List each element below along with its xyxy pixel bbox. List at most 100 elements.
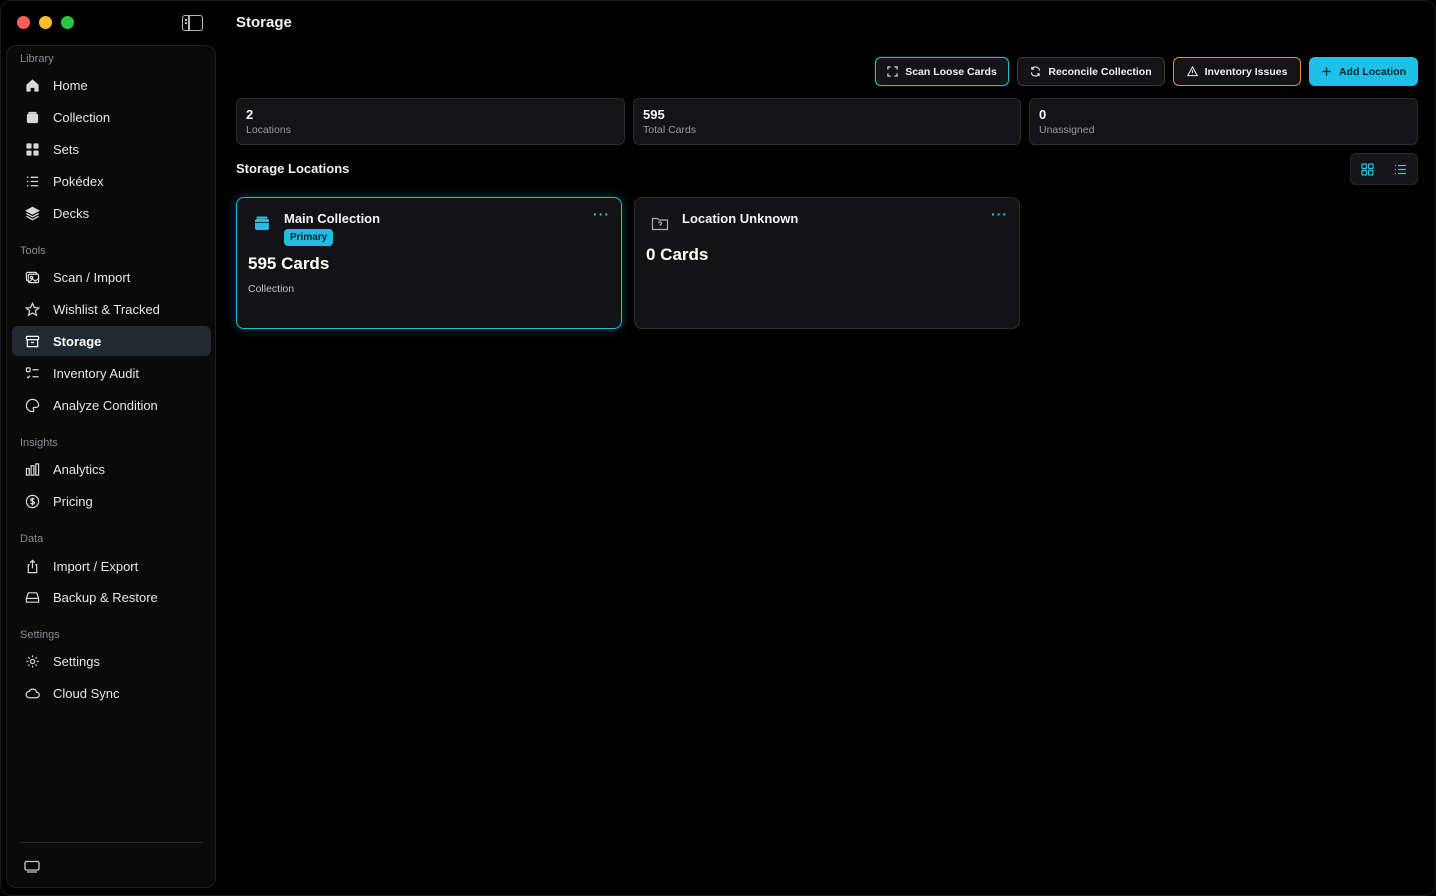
sidebar-item-storage[interactable]: Storage (12, 326, 211, 356)
sidebar-item-backup-restore[interactable]: Backup & Restore (12, 582, 211, 612)
inventory-issues-label: Inventory Issues (1204, 65, 1288, 78)
sidebar-item-import-export[interactable]: Import / Export (12, 551, 211, 581)
section-label-data: Data (20, 533, 44, 545)
drive-icon (25, 590, 40, 605)
reconcile-collection-label: Reconcile Collection (1048, 65, 1152, 78)
sidebar-item-label: Wishlist & Tracked (53, 301, 160, 317)
sidebar-item-pricing[interactable]: Pricing (12, 486, 211, 516)
section-label-settings: Settings (20, 629, 60, 641)
sidebar-item-cloud-sync[interactable]: Cloud Sync (12, 678, 211, 708)
stat-total-cards: 595 Total Cards (633, 98, 1021, 145)
sidebar-item-home[interactable]: Home (12, 70, 211, 100)
sidebar-item-sets[interactable]: Sets (12, 134, 211, 164)
stat-locations: 2 Locations (236, 98, 625, 145)
stat-value: 595 (643, 107, 665, 122)
sidebar-item-analyze-condition[interactable]: Analyze Condition (12, 390, 211, 420)
storage-locations-heading: Storage Locations (236, 161, 350, 176)
refresh-icon (1031, 66, 1041, 77)
sidebar-item-analytics[interactable]: Analytics (12, 454, 211, 484)
close-window-button[interactable] (17, 16, 30, 29)
sidebar-item-inventory-audit[interactable]: Inventory Audit (12, 358, 211, 388)
dollar-circle-icon (25, 494, 40, 509)
sidebar-item-label: Home (53, 77, 88, 93)
location-menu-button[interactable]: ··· (593, 206, 610, 222)
sidebar-item-settings[interactable]: Settings (12, 646, 211, 676)
sidebar-item-label: Analytics (53, 461, 106, 477)
sidebar-divider (20, 842, 203, 843)
sidebar-item-pokedex[interactable]: Pokédex (12, 166, 211, 196)
warning-icon (1186, 66, 1198, 77)
stat-label: Locations (246, 124, 291, 136)
sidebar-item-label: Cloud Sync (53, 685, 120, 701)
grid-view-button[interactable] (1351, 154, 1384, 184)
archive-icon (25, 334, 40, 349)
gear-icon (25, 654, 40, 669)
location-name: Main Collection (284, 211, 381, 226)
sidebar-item-wishlist[interactable]: Wishlist & Tracked (12, 294, 211, 324)
layers-icon (25, 206, 40, 221)
scan-loose-cards-label: Scan Loose Cards (905, 65, 997, 78)
window-controls (17, 16, 74, 29)
location-menu-button[interactable]: ··· (991, 206, 1008, 222)
list-view-button[interactable] (1384, 154, 1417, 184)
stat-label: Total Cards (643, 124, 697, 136)
cloud-icon (25, 686, 40, 701)
sidebar: Library Home Collection Sets Pokédex Dec… (6, 45, 216, 888)
bar-chart-icon (25, 462, 40, 477)
location-card-count: 0 Cards (646, 245, 709, 264)
inventory-issues-button[interactable]: Inventory Issues (1173, 57, 1301, 86)
section-label-tools: Tools (20, 245, 46, 257)
share-icon (25, 559, 40, 574)
sidebar-item-label: Pricing (53, 493, 93, 509)
plus-icon (1322, 67, 1331, 76)
zoom-window-button[interactable] (61, 16, 74, 29)
sidebar-item-scan-import[interactable]: Scan / Import (12, 262, 211, 292)
sidebar-item-label: Inventory Audit (53, 365, 139, 381)
sidebar-item-label: Collection (53, 109, 111, 125)
add-location-button[interactable]: Add Location (1309, 57, 1418, 86)
palette-icon (25, 398, 40, 413)
view-toggle (1350, 153, 1418, 185)
star-icon (25, 301, 40, 317)
sidebar-toggle-icon[interactable] (182, 15, 203, 31)
grid-icon (25, 142, 40, 157)
stat-label: Unassigned (1039, 124, 1095, 136)
stat-unassigned: 0 Unassigned (1029, 98, 1418, 145)
sidebar-item-label: Backup & Restore (53, 589, 158, 605)
sidebar-item-label: Pokédex (53, 173, 104, 189)
device-icon[interactable] (24, 860, 40, 873)
sidebar-item-label: Decks (53, 205, 90, 221)
stat-value: 2 (246, 107, 254, 122)
sidebar-item-label: Import / Export (53, 558, 139, 574)
location-card-unknown[interactable]: Location Unknown ··· 0 Cards (634, 197, 1020, 329)
location-subtitle: Collection (248, 283, 295, 295)
folder-question-icon (651, 217, 669, 231)
page-title: Storage (236, 14, 292, 31)
sidebar-item-label: Settings (53, 653, 100, 669)
app-window: Storage Library Home Collection Sets Pok… (0, 0, 1436, 896)
sidebar-item-label: Storage (53, 333, 102, 349)
primary-badge: Primary (284, 229, 334, 246)
list-icon (25, 174, 40, 189)
location-card-count: 595 Cards (248, 254, 330, 273)
sidebar-item-label: Scan / Import (53, 269, 131, 285)
sidebar-item-label: Analyze Condition (53, 397, 158, 413)
box-icon (255, 216, 269, 230)
sidebar-item-decks[interactable]: Decks (12, 198, 211, 228)
list-view-icon (1395, 164, 1406, 174)
scan-loose-cards-button[interactable]: Scan Loose Cards (875, 57, 1009, 86)
grid-view-icon (1361, 162, 1374, 176)
photo-scan-icon (25, 270, 40, 285)
minimize-window-button[interactable] (39, 16, 52, 29)
location-card-main-collection[interactable]: Main Collection Primary ··· 595 Cards Co… (236, 197, 622, 329)
sidebar-item-label: Sets (53, 141, 80, 157)
sidebar-item-collection[interactable]: Collection (12, 102, 211, 132)
add-location-label: Add Location (1338, 65, 1407, 78)
section-label-insights: Insights (20, 437, 58, 449)
checklist-icon (25, 366, 40, 381)
scan-frame-icon (887, 66, 898, 77)
reconcile-collection-button[interactable]: Reconcile Collection (1017, 57, 1165, 86)
stat-value: 0 (1039, 107, 1047, 122)
location-name: Location Unknown (682, 211, 799, 226)
home-icon (25, 78, 40, 93)
